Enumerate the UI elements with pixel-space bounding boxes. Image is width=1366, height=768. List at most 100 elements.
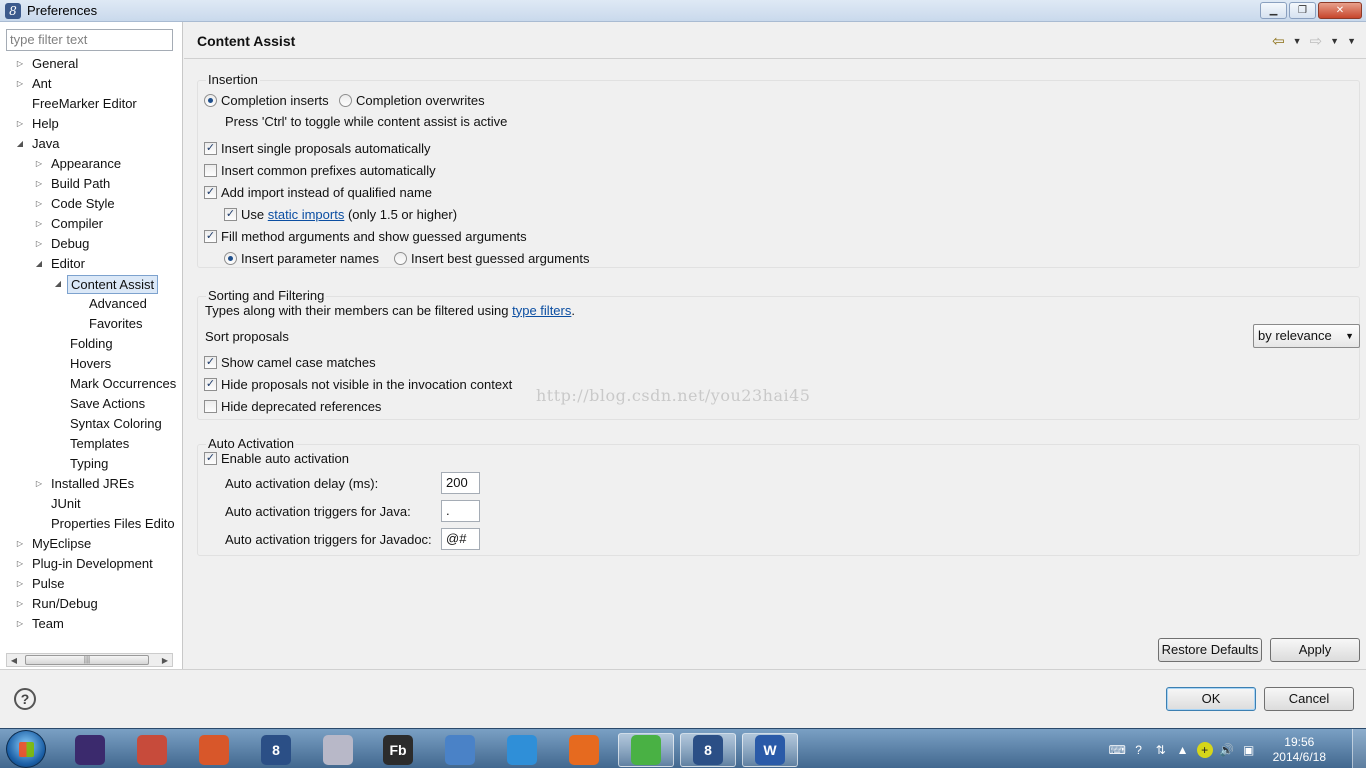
view-menu-icon[interactable]: ▼ [1347, 36, 1356, 46]
type-filters-link[interactable]: type filters [512, 303, 571, 318]
filter-input[interactable]: type filter text [6, 29, 173, 51]
clock[interactable]: 19:56 2014/6/18 [1273, 735, 1326, 765]
speaker-icon[interactable]: 🔊 [1219, 742, 1235, 758]
back-menu-icon[interactable]: ▼ [1293, 36, 1302, 46]
expand-arrow-icon[interactable]: ▷ [14, 594, 26, 614]
add-icon[interactable]: + [1196, 742, 1213, 758]
insert-best-guessed-radio[interactable] [394, 251, 407, 265]
expand-arrow-icon[interactable]: ▷ [14, 534, 26, 554]
tree-item[interactable]: ▷ Appearance [33, 154, 124, 174]
insert-common-prefixes-option[interactable]: Insert common prefixes automatically [204, 161, 436, 179]
tree-item[interactable]: Typing [52, 454, 111, 474]
tree-item[interactable]: FreeMarker Editor [14, 94, 140, 114]
enable-auto-activation-checkbox[interactable]: ✓ [204, 451, 217, 465]
tree-item[interactable]: ▷ Installed JREs [33, 474, 137, 494]
expand-arrow-icon[interactable]: ▷ [33, 474, 45, 494]
taskbar-app[interactable]: W [742, 733, 798, 767]
tree-item[interactable]: ▷ Build Path [33, 174, 113, 194]
tree-horizontal-scrollbar[interactable]: ◀ ||| ▶ [6, 653, 173, 667]
static-imports-link[interactable]: static imports [268, 207, 345, 222]
close-button[interactable]: ✕ [1318, 2, 1362, 19]
taskbar-app[interactable] [186, 733, 242, 767]
tree-item[interactable]: ◢ Content Assist [52, 274, 159, 294]
tree-item[interactable]: JUnit [33, 494, 84, 514]
expand-arrow-icon[interactable]: ▷ [14, 114, 26, 134]
cancel-button[interactable]: Cancel [1264, 687, 1354, 711]
completion-inserts-option[interactable]: Completion inserts [204, 91, 329, 109]
expand-arrow-icon[interactable]: ▷ [33, 154, 45, 174]
hide-deprecated-option[interactable]: Hide deprecated references [204, 397, 381, 415]
completion-overwrites-radio[interactable] [339, 93, 352, 107]
collapse-arrow-icon[interactable]: ◢ [52, 274, 64, 294]
expand-arrow-icon[interactable]: ▷ [14, 54, 26, 74]
taskbar-app[interactable] [62, 733, 118, 767]
taskbar-app[interactable]: 8 [248, 733, 304, 767]
keyboard-icon[interactable]: ⌨ [1109, 742, 1126, 758]
insert-common-prefixes-checkbox[interactable] [204, 163, 217, 177]
help-tray-icon[interactable]: ? [1131, 742, 1147, 758]
ok-button[interactable]: OK [1166, 687, 1256, 711]
insert-parameter-names-option[interactable]: Insert parameter names [224, 249, 379, 267]
javadoc-triggers-field[interactable]: @# [441, 528, 480, 550]
fill-method-arguments-checkbox[interactable]: ✓ [204, 229, 217, 243]
camel-case-checkbox[interactable]: ✓ [204, 355, 217, 369]
expand-arrow-icon[interactable]: ▷ [33, 234, 45, 254]
start-button[interactable] [6, 730, 46, 768]
insert-single-proposals-checkbox[interactable]: ✓ [204, 141, 217, 155]
back-arrow-icon[interactable]: ⇦ [1272, 32, 1285, 50]
tree-item[interactable]: ▷ Help [14, 114, 62, 134]
taskbar-app[interactable] [310, 733, 366, 767]
tree-item[interactable]: Mark Occurrences [52, 374, 179, 394]
tree-item[interactable]: Properties Files Edito [33, 514, 178, 534]
tree-item[interactable]: ▷ Debug [33, 234, 92, 254]
show-desktop-button[interactable] [1352, 729, 1366, 768]
tree-item[interactable]: ▷ Plug-in Development [14, 554, 156, 574]
network-icon[interactable]: ▣ [1241, 742, 1257, 758]
expand-arrow-icon[interactable]: ▷ [33, 174, 45, 194]
tree-item[interactable]: ▷ Compiler [33, 214, 106, 234]
taskbar-app[interactable]: 8 [680, 733, 736, 767]
show-hidden-icons-icon[interactable]: ▲ [1175, 742, 1191, 758]
tree-item[interactable]: Folding [52, 334, 116, 354]
tree-item[interactable]: ◢ Editor [33, 254, 88, 274]
scroll-left-icon[interactable]: ◀ [7, 656, 21, 665]
help-icon[interactable]: ? [14, 688, 36, 710]
insert-single-proposals-option[interactable]: ✓ Insert single proposals automatically [204, 139, 431, 157]
tree-item[interactable]: ▷ Pulse [14, 574, 68, 594]
restore-defaults-button[interactable]: Restore Defaults [1158, 638, 1262, 662]
expand-arrow-icon[interactable]: ▷ [14, 574, 26, 594]
tree-item[interactable]: ◢ Java [14, 134, 62, 154]
expand-arrow-icon[interactable]: ▷ [33, 214, 45, 234]
auto-activation-delay-field[interactable]: 200 [441, 472, 480, 494]
minimize-button[interactable]: ▁ [1260, 2, 1287, 19]
apply-button[interactable]: Apply [1270, 638, 1360, 662]
tree-item[interactable]: ▷ Code Style [33, 194, 118, 214]
taskbar-app[interactable] [432, 733, 488, 767]
camel-case-option[interactable]: ✓ Show camel case matches [204, 353, 376, 371]
taskbar-app[interactable]: Fb [370, 733, 426, 767]
tree-item[interactable]: ▷ MyEclipse [14, 534, 94, 554]
insert-best-guessed-option[interactable]: Insert best guessed arguments [394, 249, 590, 267]
tree-item[interactable]: ▷ Run/Debug [14, 594, 101, 614]
taskbar-app[interactable] [618, 733, 674, 767]
insert-parameter-names-radio[interactable] [224, 251, 237, 265]
fill-method-arguments-option[interactable]: ✓ Fill method arguments and show guessed… [204, 227, 527, 245]
sort-proposals-select[interactable]: by relevance ▼ [1253, 324, 1360, 348]
taskbar-app[interactable] [124, 733, 180, 767]
tree-item[interactable]: ▷ Team [14, 614, 67, 634]
completion-inserts-radio[interactable] [204, 93, 217, 107]
hide-deprecated-checkbox[interactable] [204, 399, 217, 413]
expand-arrow-icon[interactable]: ▷ [14, 614, 26, 634]
collapse-arrow-icon[interactable]: ◢ [33, 254, 45, 274]
network-activity-icon[interactable]: ⇅ [1153, 742, 1169, 758]
tree-item[interactable]: Syntax Coloring [52, 414, 165, 434]
taskbar-app[interactable] [494, 733, 550, 767]
java-triggers-field[interactable]: . [441, 500, 480, 522]
expand-arrow-icon[interactable]: ▷ [33, 194, 45, 214]
completion-overwrites-option[interactable]: Completion overwrites [339, 91, 485, 109]
hide-not-visible-checkbox[interactable]: ✓ [204, 377, 217, 391]
enable-auto-activation-option[interactable]: ✓ Enable auto activation [204, 449, 349, 467]
scroll-right-icon[interactable]: ▶ [158, 656, 172, 665]
expand-arrow-icon[interactable]: ▷ [14, 74, 26, 94]
use-static-imports-option[interactable]: ✓ Use static imports (only 1.5 or higher… [224, 205, 457, 223]
